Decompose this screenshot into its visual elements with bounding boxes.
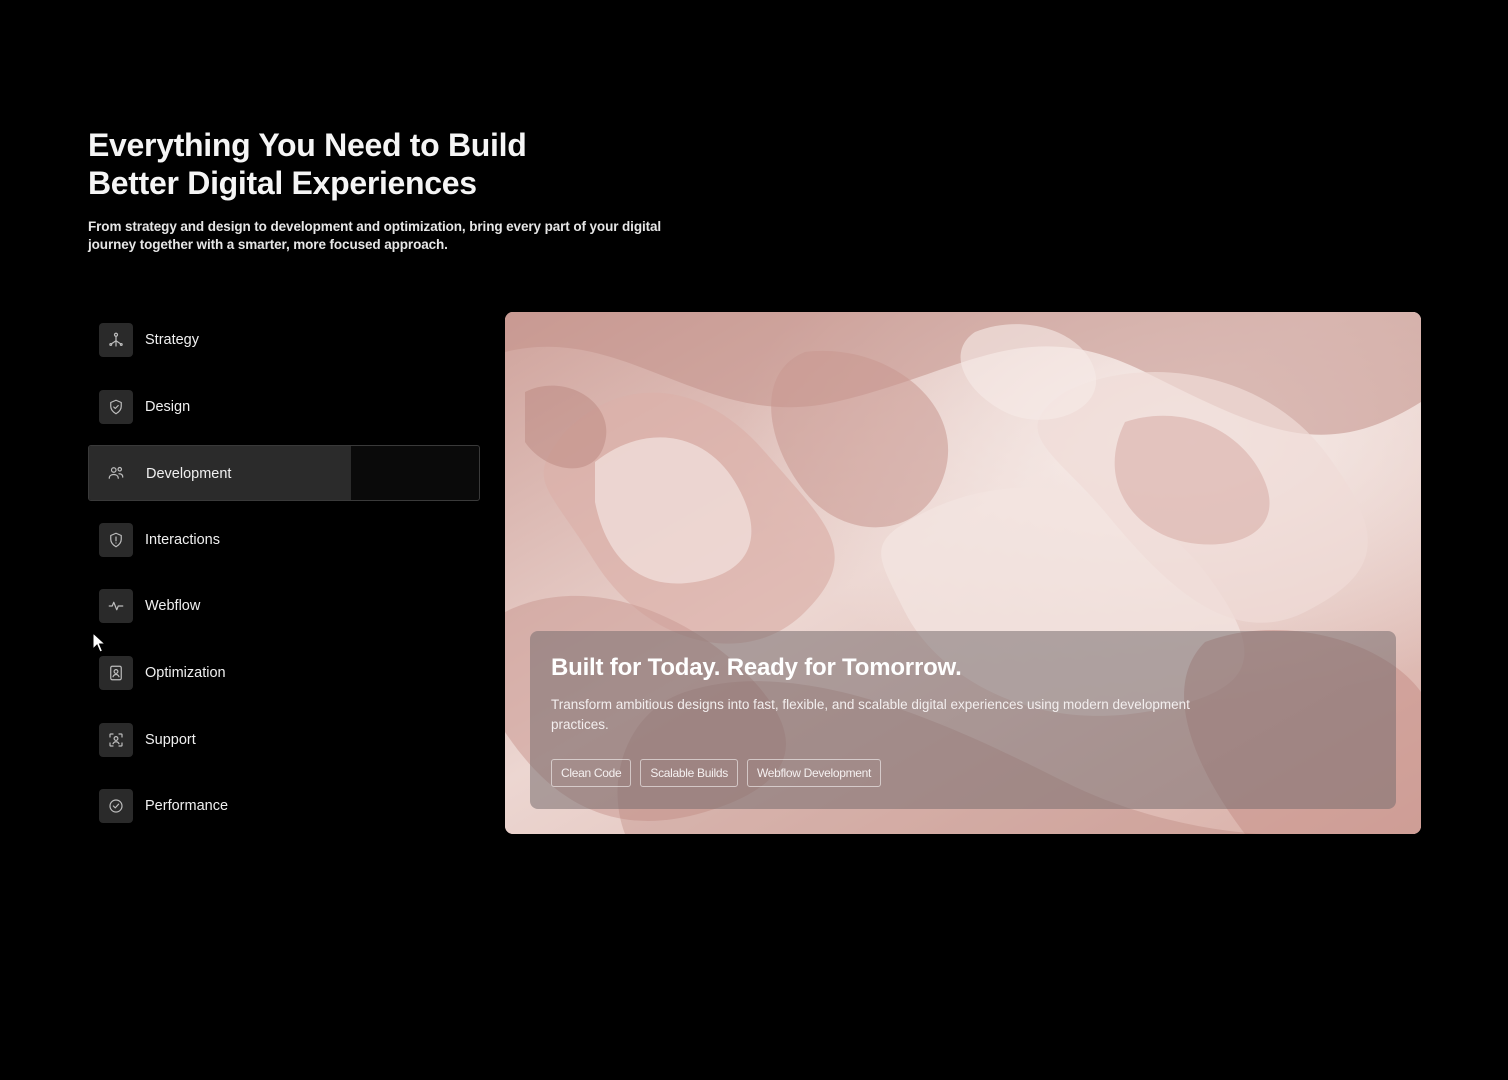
nav-item-design[interactable]: Design [88, 379, 480, 435]
shield-check-icon [99, 389, 133, 424]
nav-item-webflow[interactable]: Webflow [88, 578, 480, 634]
strategy-icon [99, 323, 133, 357]
feature-card: Built for Today. Ready for Tomorrow. Tra… [505, 312, 1421, 834]
card-description: Transform ambitious designs into fast, f… [551, 697, 1190, 732]
nav-item-label: Optimization [145, 664, 226, 681]
page-title-line-2: Better Digital Experiences [88, 165, 477, 201]
page-title-line-1: Everything You Need to Build [88, 127, 527, 163]
services-nav: Strategy Design Development Interactions… [88, 312, 480, 845]
users-icon [99, 456, 133, 490]
tag-clean-code: Clean Code [551, 759, 632, 787]
check-circle-icon [99, 789, 133, 824]
page-title: Everything You Need to Build Better Digi… [88, 126, 728, 202]
activity-icon [99, 589, 133, 624]
nav-item-optimization[interactable]: Optimization [88, 645, 480, 701]
card-title: Built for Today. Ready for Tomorrow. [551, 654, 962, 681]
nav-item-label: Strategy [145, 332, 199, 348]
nav-item-label: Support [145, 731, 196, 748]
nav-item-label: Development [146, 466, 232, 483]
nav-item-interactions[interactable]: Interactions [88, 512, 480, 568]
card-overlay: Built for Today. Ready for Tomorrow. Tra… [530, 631, 1396, 809]
nav-item-development[interactable]: Development [88, 445, 480, 502]
nav-item-label: Interactions [145, 531, 220, 548]
nav-item-label: Design [145, 398, 191, 415]
mouse-cursor-icon [92, 632, 107, 653]
tag-scalable-builds: Scalable Builds [640, 759, 738, 787]
page-subtitle: From strategy and design to development … [88, 219, 662, 252]
contact-book-icon [99, 655, 133, 690]
nav-item-performance[interactable]: Performance [88, 778, 480, 834]
nav-item-strategy[interactable]: Strategy [88, 312, 480, 368]
scan-face-icon [99, 722, 133, 757]
nav-item-support[interactable]: Support [88, 712, 480, 768]
tag-list: Clean Code Scalable Builds Webflow Devel… [551, 759, 882, 787]
tag-webflow-development: Webflow Development [746, 759, 882, 787]
nav-item-label: Performance [145, 798, 229, 815]
nav-item-label: Webflow [145, 598, 201, 615]
shield-alert-icon [99, 522, 133, 557]
